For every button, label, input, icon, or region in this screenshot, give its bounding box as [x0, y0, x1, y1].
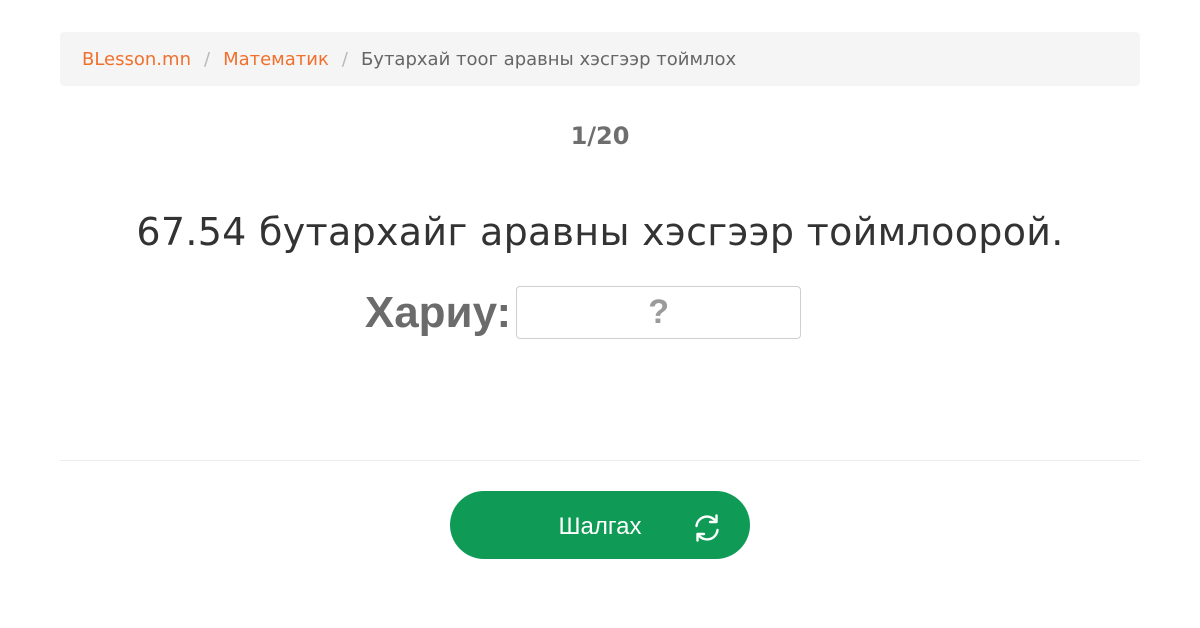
breadcrumb-current: Бутархай тоог аравны хэсгээр тоймлох	[360, 48, 737, 70]
question-counter: 1/20	[570, 122, 630, 150]
answer-row: Хариу:	[0, 286, 1200, 339]
breadcrumb-separator: /	[203, 48, 211, 70]
breadcrumb-separator: /	[341, 48, 348, 70]
check-button[interactable]: Шалгах	[450, 491, 750, 559]
breadcrumb-link-math[interactable]: Математик	[223, 49, 329, 70]
page: BLesson.mn / Математик / Бутархай тоог а…	[0, 0, 1200, 628]
question-text: 67.54 бутархайг аравны хэсгээр тоймлооро…	[136, 210, 1064, 254]
refresh-icon	[695, 514, 719, 542]
breadcrumb: BLesson.mn / Математик / Бутархай тоог а…	[60, 32, 1140, 86]
divider	[60, 460, 1140, 461]
answer-input[interactable]	[516, 286, 802, 339]
answer-label: Хариу:	[364, 287, 512, 337]
breadcrumb-link-home[interactable]: BLesson.mn	[82, 49, 191, 70]
